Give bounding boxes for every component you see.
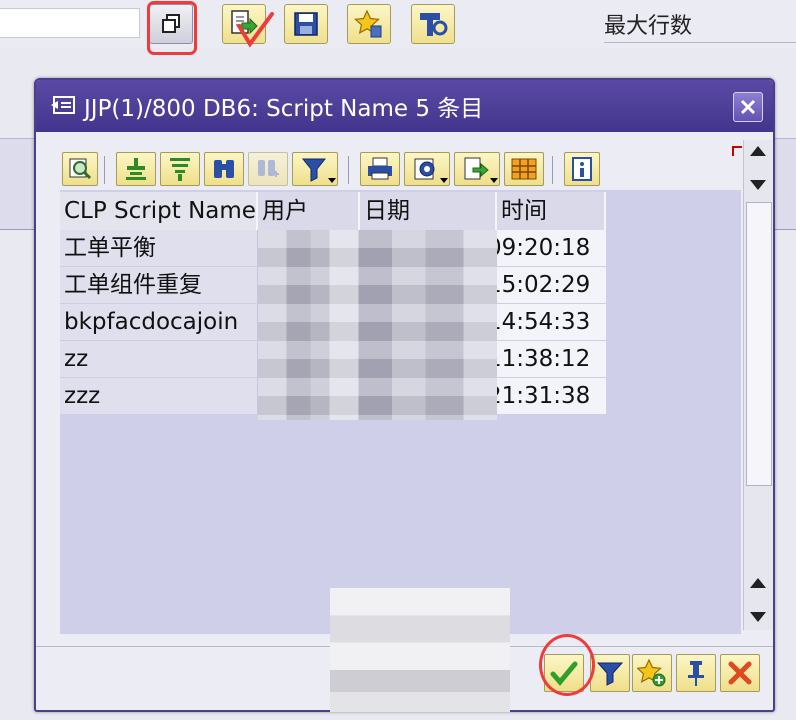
favorite-delete-button[interactable] — [347, 4, 391, 44]
column-header-user[interactable]: 用户 — [258, 192, 360, 230]
scroll-down-icon[interactable] — [750, 180, 766, 190]
table-row-time[interactable]: 14:54:33 — [497, 304, 606, 341]
tools-button[interactable] — [411, 4, 455, 44]
redacted-bottom-area — [330, 588, 510, 712]
annotation-box — [147, 1, 197, 55]
filter-icon — [301, 158, 327, 182]
sort-descending-icon — [170, 158, 190, 181]
annotation-check-mark — [237, 12, 274, 48]
close-icon — [740, 99, 756, 115]
scroll-down-icon[interactable] — [750, 612, 766, 622]
scrollbar-thumb[interactable] — [746, 202, 772, 486]
result-list-area: CLP Script Name 用户 日期 时间 工单平衡 工单组件重复 bkp… — [60, 150, 741, 634]
sort-ascending-button[interactable] — [116, 152, 156, 186]
info-icon — [572, 157, 592, 181]
details-icon — [69, 158, 92, 180]
find-next-button[interactable] — [248, 152, 288, 186]
table-row-time[interactable]: 11:38:12 — [497, 341, 606, 378]
column-header-time[interactable]: 时间 — [497, 192, 606, 230]
layout-button[interactable] — [504, 152, 544, 186]
view-button[interactable] — [404, 152, 450, 186]
print-button[interactable] — [360, 152, 400, 186]
cancel-icon — [728, 661, 752, 685]
table-row-name[interactable]: 工单平衡 — [60, 230, 258, 267]
sort-descending-button[interactable] — [160, 152, 200, 186]
corner-marker — [732, 146, 742, 156]
favorite-delete-icon — [354, 9, 382, 38]
export-icon — [464, 157, 489, 180]
close-button[interactable] — [733, 92, 763, 122]
table-row-time[interactable]: 09:20:18 — [497, 230, 606, 267]
max-rows-label: 最大行数 — [604, 14, 693, 39]
table-row-name[interactable]: 工单组件重复 — [60, 267, 258, 304]
scroll-up-icon[interactable] — [750, 146, 766, 156]
toolbar-separator — [348, 156, 349, 184]
vertical-scrollbar[interactable] — [743, 140, 773, 630]
background-input-field[interactable] — [0, 8, 140, 38]
redacted-user-date-area — [258, 230, 497, 420]
max-rows-underline — [604, 42, 796, 43]
column-header-script-name[interactable]: CLP Script Name — [60, 192, 258, 230]
filter-icon — [596, 662, 624, 686]
dropdown-arrow-icon — [328, 178, 336, 183]
save-icon — [294, 12, 318, 36]
toolbar-separator — [552, 156, 553, 184]
view-icon — [414, 158, 435, 180]
footer-filter-button[interactable] — [590, 654, 630, 692]
find-next-icon — [258, 160, 279, 177]
filter-button[interactable] — [292, 152, 338, 186]
table-row-time[interactable]: 15:02:29 — [497, 267, 606, 304]
table-row-name[interactable]: zzz — [60, 378, 258, 415]
dropdown-arrow-icon — [490, 178, 498, 183]
add-favorite-button[interactable] — [632, 654, 672, 692]
dialog-titlebar[interactable]: JJP(1)/800 DB6: Script Name 5 条目 — [36, 80, 773, 132]
add-favorite-icon — [637, 658, 666, 687]
dialog-title: JJP(1)/800 DB6: Script Name 5 条目 — [84, 96, 484, 122]
layout-icon — [511, 158, 537, 180]
table-row-time[interactable]: 21:31:38 — [497, 378, 606, 415]
find-button[interactable] — [204, 152, 244, 186]
column-header-date[interactable]: 日期 — [360, 192, 497, 230]
toolbar-separator — [104, 156, 105, 184]
details-button[interactable] — [62, 152, 98, 186]
alv-toolbar — [60, 150, 741, 190]
print-icon — [368, 157, 392, 180]
table-row-name[interactable]: bkpfacdocajoin — [60, 304, 258, 341]
tools-icon — [420, 13, 448, 36]
dropdown-arrow-icon — [440, 178, 448, 183]
table-row-name[interactable]: zz — [60, 341, 258, 378]
save-button[interactable] — [284, 4, 328, 44]
annotation-circle — [539, 634, 595, 696]
info-button[interactable] — [564, 152, 600, 186]
pin-button[interactable] — [676, 654, 716, 692]
cancel-button[interactable] — [720, 654, 760, 692]
scroll-up-icon[interactable] — [750, 578, 766, 588]
pin-icon — [688, 661, 704, 686]
export-button[interactable] — [454, 152, 500, 186]
dialog-window-icon — [51, 96, 75, 114]
sort-ascending-icon — [126, 158, 146, 180]
find-icon — [214, 160, 234, 178]
